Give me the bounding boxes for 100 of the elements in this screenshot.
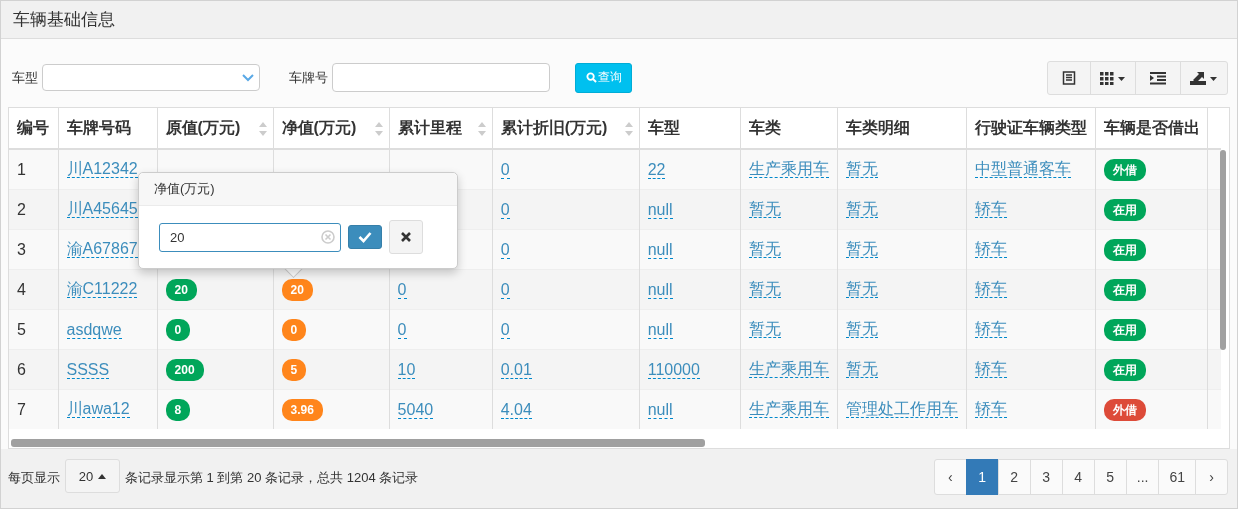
column-header[interactable]: 累计折旧(万元) <box>492 108 640 149</box>
editable-link[interactable]: 暂无 <box>845 320 878 338</box>
page-button[interactable]: ... <box>1125 459 1160 495</box>
check-icon <box>358 231 372 243</box>
editable-link[interactable]: 中型普通客车 <box>974 160 1071 178</box>
caret-up-icon <box>98 473 107 479</box>
status-badge: 在用 <box>1103 318 1146 341</box>
editable-link[interactable]: 10 <box>397 360 416 379</box>
list-view-button[interactable] <box>1047 60 1091 95</box>
indent-icon <box>1150 70 1166 85</box>
editable-link[interactable]: 暂无 <box>748 320 781 338</box>
page-button[interactable]: 1 <box>965 459 999 495</box>
editable-link[interactable]: 管理处工作用车 <box>845 400 958 418</box>
editable-link[interactable]: null <box>647 280 673 299</box>
column-header: 车类 <box>740 108 838 149</box>
editable-link[interactable]: 轿车 <box>974 280 1007 298</box>
editable-link[interactable]: 生产乘用车 <box>748 360 829 378</box>
table-cell: 5 <box>17 320 26 338</box>
value-badge[interactable]: 200 <box>165 358 204 381</box>
editable-link[interactable]: null <box>647 240 673 259</box>
editable-link[interactable]: 0.01 <box>500 360 532 379</box>
editable-link[interactable]: 川A45645 <box>66 200 138 218</box>
editable-link[interactable]: 暂无 <box>748 280 781 298</box>
editable-link[interactable]: 暂无 <box>845 200 878 218</box>
page-button[interactable]: 61 <box>1158 459 1196 495</box>
editable-link[interactable]: 暂无 <box>845 280 878 298</box>
column-header: 车类明细 <box>837 108 967 149</box>
page-size-dropdown[interactable]: 20 <box>65 459 120 493</box>
status-badge: 在用 <box>1103 198 1146 221</box>
value-badge[interactable]: 0 <box>281 318 307 341</box>
value-badge[interactable]: 5 <box>281 358 307 381</box>
editable-link[interactable]: 轿车 <box>974 200 1007 218</box>
editable-link[interactable]: 川A12342 <box>66 160 138 178</box>
editable-link[interactable]: 川awa12 <box>66 400 130 418</box>
editable-link[interactable]: 暂无 <box>845 360 878 378</box>
value-input[interactable]: 20 <box>159 222 341 252</box>
editable-link[interactable]: null <box>647 200 673 219</box>
export-button[interactable] <box>1180 60 1228 95</box>
editable-link[interactable]: 轿车 <box>974 360 1007 378</box>
scrollbar[interactable] <box>1220 150 1226 350</box>
field-label: 车型 <box>12 68 38 87</box>
value-badge[interactable]: 20 <box>165 278 197 301</box>
editable-link[interactable]: 22 <box>647 160 666 179</box>
column-header[interactable]: 净值(万元) <box>273 108 390 149</box>
column-header: 行驶证车辆类型 <box>966 108 1096 149</box>
page-button[interactable]: ‹ <box>933 459 967 495</box>
search-button[interactable]: 查询 <box>575 62 632 93</box>
column-header: 编号 <box>9 108 58 149</box>
editable-link[interactable]: 0 <box>500 240 510 259</box>
column-header: 车牌号码 <box>58 108 158 149</box>
sort-icon <box>477 122 486 136</box>
editable-link[interactable]: 0 <box>500 320 510 339</box>
value-badge[interactable]: 0 <box>165 318 191 341</box>
status-badge: 外借 <box>1103 158 1146 181</box>
search-icon <box>585 72 597 83</box>
editable-link[interactable]: 4.04 <box>500 400 532 419</box>
grid-icon <box>1100 70 1126 85</box>
page-button[interactable]: 3 <box>1029 459 1063 495</box>
per-page-label: 每页显示 <box>8 469 60 487</box>
value-badge[interactable]: 3.96 <box>281 398 323 421</box>
panel-title: 车辆基础信息 <box>13 9 115 31</box>
column-header[interactable]: 原值(万元) <box>157 108 274 149</box>
editable-link[interactable]: 0 <box>397 320 407 339</box>
sort-icon <box>624 122 633 136</box>
editable-link[interactable]: 生产乘用车 <box>748 160 829 178</box>
scrollbar[interactable] <box>11 439 705 447</box>
editable-link[interactable]: 110000 <box>647 360 700 379</box>
editable-link[interactable]: asdqwe <box>66 320 122 339</box>
plate-input[interactable] <box>332 63 550 92</box>
column-header[interactable]: 累计里程 <box>389 108 493 149</box>
editable-link[interactable]: 0 <box>500 160 510 179</box>
editable-link[interactable]: 暂无 <box>845 160 878 178</box>
editable-link[interactable]: 生产乘用车 <box>748 400 829 418</box>
page-button[interactable]: 4 <box>1061 459 1095 495</box>
editable-link[interactable]: 0 <box>500 280 510 299</box>
columns-button[interactable] <box>1090 60 1136 95</box>
editable-link[interactable]: 轿车 <box>974 320 1007 338</box>
editable-link[interactable]: 暂无 <box>748 200 781 218</box>
page-button[interactable]: 5 <box>1093 459 1127 495</box>
editable-link[interactable]: 渝C11222 <box>66 280 138 298</box>
editable-link[interactable]: null <box>647 400 673 419</box>
page-button[interactable]: 2 <box>997 459 1031 495</box>
editable-link[interactable]: 轿车 <box>974 240 1007 258</box>
indent-button[interactable] <box>1135 60 1181 95</box>
editable-link[interactable]: 暂无 <box>748 240 781 258</box>
editable-link[interactable]: 5040 <box>397 400 434 419</box>
value-badge[interactable]: 8 <box>165 398 191 421</box>
confirm-button[interactable] <box>348 225 382 249</box>
editable-link[interactable]: null <box>647 320 673 339</box>
editable-link[interactable]: 暂无 <box>845 240 878 258</box>
editable-link[interactable]: 0 <box>500 200 510 219</box>
page-button[interactable]: › <box>1195 459 1228 495</box>
cancel-button[interactable] <box>389 220 423 254</box>
editable-link[interactable]: 轿车 <box>974 400 1007 418</box>
value-badge[interactable]: 20 <box>281 278 313 301</box>
popover-title: 净值(万元) <box>139 173 457 206</box>
editable-link[interactable]: SSSS <box>66 360 110 379</box>
editable-link[interactable]: 渝A67867 <box>66 240 138 258</box>
editable-link[interactable]: 0 <box>397 280 407 299</box>
list-icon <box>1062 70 1076 85</box>
